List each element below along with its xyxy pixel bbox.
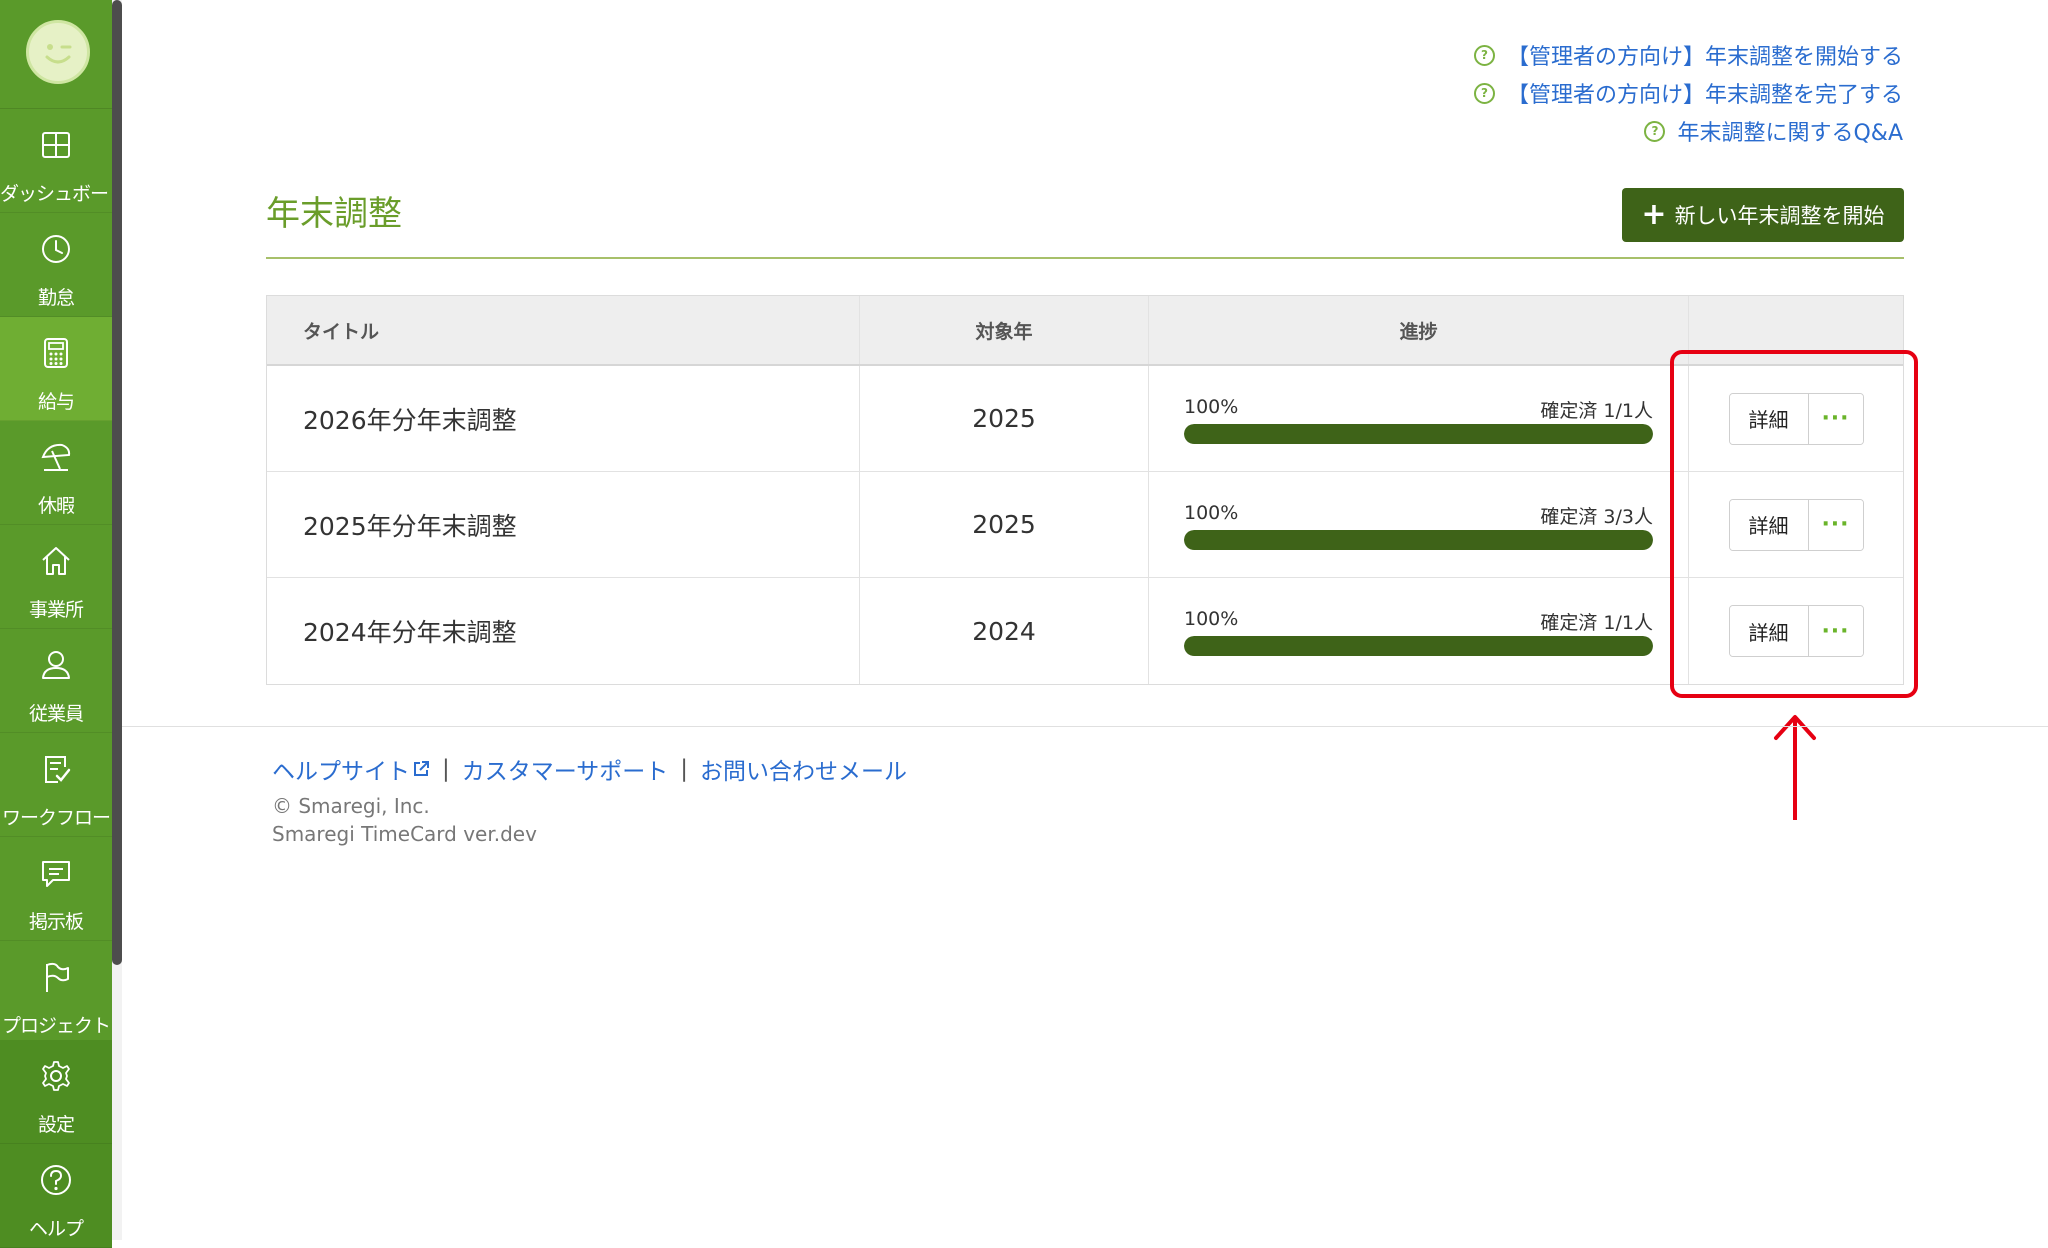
progress-percent: 100% xyxy=(1184,396,1239,418)
footer-support-link[interactable]: カスタマーサポート xyxy=(462,752,669,786)
row-progress: 100% 確定済 3/3人 xyxy=(1149,472,1689,577)
row-title: 2024年分年末調整 xyxy=(267,578,860,684)
column-header-title: タイトル xyxy=(267,296,860,364)
chat-bubble-icon xyxy=(42,861,70,887)
progress-percent: 100% xyxy=(1184,502,1239,524)
question-circle-icon: ? xyxy=(1473,44,1495,66)
progress-fill xyxy=(1184,424,1653,444)
column-header-progress: 進捗 xyxy=(1149,296,1689,364)
progress-status: 確定済 1/1人 xyxy=(1540,612,1653,634)
row-year: 2025 xyxy=(860,366,1149,471)
annotation-arrow-icon xyxy=(1774,715,1816,820)
sidebar-item-attendance[interactable]: 勤怠 xyxy=(0,213,112,317)
sidebar-item-leave[interactable]: 休暇 xyxy=(0,421,112,525)
progress-status: 確定済 1/1人 xyxy=(1540,400,1653,422)
sidebar-item-help[interactable]: ヘルプ xyxy=(0,1144,112,1248)
row-title: 2025年分年末調整 xyxy=(267,472,860,577)
sidebar-item-settings[interactable]: 設定 xyxy=(0,1040,112,1144)
adjustment-table: タイトル 対象年 進捗 2026年分年末調整 2025 100% 確定済 1/1… xyxy=(266,295,1904,685)
table-row: 2026年分年末調整 2025 100% 確定済 1/1人 詳細 ··· xyxy=(267,366,1903,472)
row-title: 2026年分年末調整 xyxy=(267,366,860,471)
title-divider xyxy=(266,257,1904,259)
progress-fill xyxy=(1184,636,1653,656)
sidebar-item-dashboard[interactable]: ダッシュボード xyxy=(0,109,127,213)
avatar-area xyxy=(0,0,112,109)
new-year-end-adjustment-button[interactable]: + 新しい年末調整を開始 xyxy=(1622,188,1904,242)
question-circle-icon: ? xyxy=(1473,82,1495,104)
avatar[interactable] xyxy=(26,20,90,84)
row-progress: 100% 確定済 1/1人 xyxy=(1149,366,1689,471)
help-link-start[interactable]: ? 【管理者の方向け】年末調整を開始する xyxy=(1473,36,1903,74)
annotation-highlight-box xyxy=(1670,350,1918,698)
sidebar-item-label: ダッシュボード xyxy=(0,183,127,205)
row-year: 2024 xyxy=(860,578,1149,684)
help-links: ? 【管理者の方向け】年末調整を開始する ? 【管理者の方向け】年末調整を完了す… xyxy=(1473,36,1903,150)
progress-bar xyxy=(1184,636,1653,656)
footer-separator: | xyxy=(442,756,450,782)
external-link-icon xyxy=(414,761,429,776)
help-link-label: 【管理者の方向け】年末調整を開始する xyxy=(1506,45,1903,70)
new-button-label: 新しい年末調整を開始 xyxy=(1674,204,1885,228)
question-circle-icon: ? xyxy=(1644,120,1666,142)
sidebar-item-label: 設定 xyxy=(37,1114,75,1136)
progress-fill xyxy=(1184,530,1653,550)
sidebar-item-label: 給与 xyxy=(37,391,75,413)
sidebar-item-label: プロジェクト xyxy=(1,1015,111,1037)
progress-bar xyxy=(1184,530,1653,550)
sidebar-item-label: 従業員 xyxy=(28,703,84,725)
clock-icon xyxy=(42,235,70,263)
footer-divider xyxy=(122,726,2048,727)
flag-icon xyxy=(46,962,69,992)
progress-status: 確定済 3/3人 xyxy=(1540,506,1653,528)
footer-help-site-link[interactable]: ヘルプサイト xyxy=(272,752,410,786)
plus-icon: + xyxy=(1641,197,1667,232)
help-link-label: 年末調整に関するQ&A xyxy=(1677,121,1903,146)
footer-separator: | xyxy=(680,756,689,782)
sidebar-item-employees[interactable]: 従業員 xyxy=(0,629,112,733)
sidebar-item-board[interactable]: 掲示板 xyxy=(0,837,112,941)
smiley-icon xyxy=(45,44,72,64)
column-header-year: 対象年 xyxy=(860,296,1149,364)
sidebar-item-project[interactable]: プロジェクト xyxy=(0,941,112,1045)
sidebar-item-label: 掲示板 xyxy=(28,911,84,933)
sidebar-item-workflow[interactable]: ワークフロー xyxy=(0,733,112,837)
help-icon xyxy=(41,1165,71,1195)
sidebar-item-office[interactable]: 事業所 xyxy=(0,525,112,629)
calculator-icon xyxy=(44,338,68,368)
sidebar-item-label: 休暇 xyxy=(37,495,75,517)
sidebar-item-label: 事業所 xyxy=(28,599,84,621)
row-progress: 100% 確定済 1/1人 xyxy=(1149,578,1689,684)
checklist-icon xyxy=(45,756,71,783)
footer-contact-link[interactable]: お問い合わせメール xyxy=(700,752,907,786)
version-text: Smaregi TimeCard ver.dev xyxy=(272,822,537,846)
help-link-complete[interactable]: ? 【管理者の方向け】年末調整を完了する xyxy=(1473,74,1903,112)
row-year: 2025 xyxy=(860,472,1149,577)
progress-bar xyxy=(1184,424,1653,444)
home-icon xyxy=(42,547,70,575)
footer-links: ヘルプサイト | カスタマーサポート | お問い合わせメール xyxy=(272,752,907,786)
gear-icon xyxy=(42,1061,70,1091)
table-header: タイトル 対象年 進捗 xyxy=(267,296,1903,366)
sidebar-item-label: ワークフロー xyxy=(1,807,111,829)
progress-percent: 100% xyxy=(1184,608,1239,630)
help-link-qa[interactable]: ? 年末調整に関するQ&A xyxy=(1474,112,1903,150)
sidebar-item-label: ヘルプ xyxy=(28,1218,84,1240)
dashboard-icon xyxy=(42,132,70,158)
sidebar-item-payroll[interactable]: 給与 xyxy=(0,317,112,421)
copyright-text: © Smaregi, Inc. xyxy=(272,794,430,818)
sidebar-scrollbar-thumb[interactable] xyxy=(112,0,122,965)
help-link-label: 【管理者の方向け】年末調整を完了する xyxy=(1506,83,1903,108)
sidebar: ダッシュボード 勤怠 給与 休暇 事業所 従業員 ワークフロー 掲示板 プロジェ… xyxy=(0,0,127,1248)
person-icon xyxy=(42,651,70,679)
table-row: 2025年分年末調整 2025 100% 確定済 3/3人 詳細 ··· xyxy=(267,472,1903,578)
page-title: 年末調整 xyxy=(266,194,402,234)
table-row: 2024年分年末調整 2024 100% 確定済 1/1人 詳細 ··· xyxy=(267,578,1903,684)
beach-umbrella-icon xyxy=(41,443,71,471)
sidebar-item-label: 勤怠 xyxy=(37,287,75,309)
